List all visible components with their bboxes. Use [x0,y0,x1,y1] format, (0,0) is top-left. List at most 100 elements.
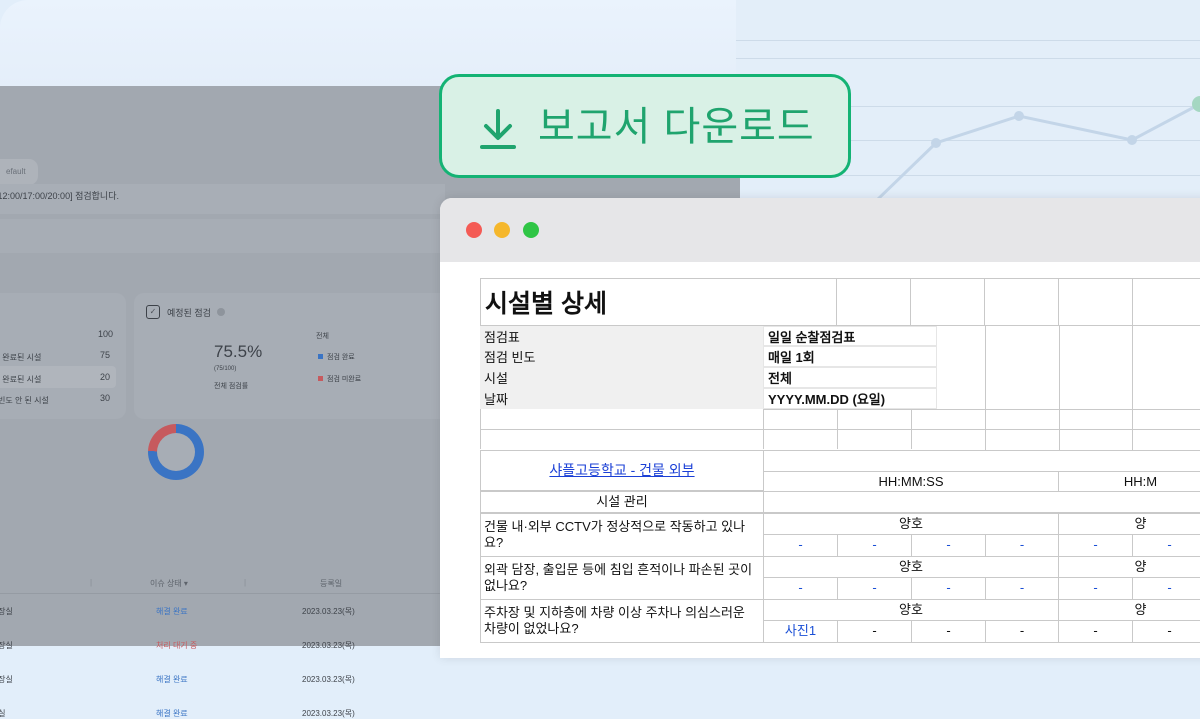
check-mark-cell: - [763,534,838,557]
grid-cell [984,278,1059,326]
question-text: 건물 내·외부 CCTV가 정상적으로 작동하고 있나요? [480,513,764,557]
check-mark-cell: - [1132,620,1200,643]
facility-link[interactable]: 샤플고등학교 - 건물 외부 [549,462,694,478]
close-window-button[interactable] [466,222,482,238]
column-divider: | [90,578,93,587]
issue-facility-name: |장실 [0,607,13,616]
question-result: 양호 [763,513,1059,535]
completion-percent: 75.5% [214,342,263,361]
legend-swatch-incomplete [318,376,323,381]
grid-line [480,429,1200,430]
check-mark-cell: - [1058,577,1133,600]
check-mark-cell: - [1058,534,1133,557]
meta-value: 일일 순찰점검표 [763,326,937,346]
issue-date: 2023.03.23(목) [302,675,355,684]
header-blank-cell [763,450,1200,472]
issue-table-header [0,573,440,594]
window-titlebar [440,198,1200,262]
grid-line [985,326,986,450]
time-cell: HH:MM:SS [763,471,1059,492]
grid-line [911,409,912,449]
date-column-header: 등록일 [320,579,343,588]
check-mark-cell: - [985,577,1059,600]
minimize-window-button[interactable] [494,222,510,238]
issue-status: 해결 완료 [156,675,188,684]
issue-status: 처리 대기 중 [156,641,198,650]
meta-value: YYYY.MM.DD (요일) [763,388,937,409]
grid-line [480,409,481,449]
filter-pill[interactable]: efault [0,159,38,185]
check-mark-cell: - [985,534,1059,557]
section-header: 시설 관리 [480,491,764,513]
photo-link[interactable]: 사진1 [763,620,838,643]
check-mark-cell: - [1058,620,1133,643]
report-spreadsheet: 시설별 상세 점검표 일일 순찰점검표 점검 빈도 매일 1회 시설 전체 날짜… [440,262,1200,658]
grid-line [763,409,764,449]
section-blank-cell [763,491,1200,513]
meta-label: 점검표 [480,326,764,346]
question-result: 양 [1058,513,1200,535]
summary-row-value: 30 [100,393,111,403]
total-count: 100 [98,329,114,339]
facility-header-cell: 샤플고등학교 - 건물 외부 [480,450,764,491]
completion-subtitle: 전체 점검률 [214,383,249,390]
issue-date: 2023.03.23(목) [302,709,355,718]
question-result: 양호 [763,556,1059,578]
legend-label: 점검 미완료 [327,376,362,383]
completion-ratio: (75/100) [214,366,237,372]
check-mark-cell: - [1132,534,1200,557]
maximize-window-button[interactable] [523,222,539,238]
grid-cell [1058,278,1133,326]
check-mark-cell: - [763,577,838,600]
grid-cell [1132,278,1200,326]
check-mark-cell: - [837,620,912,643]
download-report-label: 보고서 다운로드 [538,105,815,149]
issue-date: 2023.03.23(목) [302,607,355,616]
meta-label: 날짜 [480,388,764,409]
check-mark-cell: - [837,534,912,557]
issue-facility-name: |장실 [0,641,13,650]
time-cell: HH:M [1058,471,1200,492]
sheet-title-cell: 시설별 상세 [480,278,837,326]
summary-row-label: | 완료된 시설 [0,375,42,384]
check-mark-cell: - [911,620,986,643]
issue-facility-name: |실 [0,709,6,718]
summary-row-value: 20 [100,372,111,382]
card-title: 예정된 점검 [167,308,211,318]
meta-value: 전체 [763,367,937,388]
check-mark-cell: - [985,620,1059,643]
grid-cell [836,278,911,326]
check-mark-cell: - [911,534,986,557]
grid-line [1132,326,1133,450]
issue-status: 해결 완료 [156,709,188,718]
summary-row-label: 빈도 안 된 시설 [0,396,49,405]
download-report-button[interactable]: 보고서 다운로드 [439,74,851,178]
summary-row-label: | 완료된 시설 [0,353,42,362]
legend-swatch-complete [318,354,323,359]
check-mark-cell: - [1132,577,1200,600]
question-text: 외곽 담장, 출입문 등에 침입 흔적이나 파손된 곳이 없나요? [480,556,764,600]
question-text: 주차장 및 지하층에 차량 이상 주차나 의심스러운 차량이 없었나요? [480,599,764,643]
grid-cell [910,278,985,326]
grid-line [1059,326,1060,450]
status-column-header[interactable]: 이슈 상태 ▾ [150,578,188,589]
check-mark-cell: - [837,577,912,600]
info-icon[interactable] [217,308,225,316]
summary-row-value: 75 [100,350,111,360]
column-divider: | [244,578,247,587]
meta-label: 점검 빈도 [480,346,764,367]
issue-status: 해결 완료 [156,607,188,616]
question-result: 양 [1058,599,1200,621]
report-window: 시설별 상세 점검표 일일 순찰점검표 점검 빈도 매일 1회 시설 전체 날짜… [440,198,1200,658]
question-result: 양 [1058,556,1200,578]
check-mark-cell: - [911,577,986,600]
meta-value: 매일 1회 [763,346,937,367]
legend-label: 점검 완료 [327,354,355,361]
meta-label: 시설 [480,367,764,388]
schedule-text: 0/12:00/17:00/20:00] 점검합니다. [0,184,445,214]
dashboard-input-bar [0,219,445,253]
question-result: 양호 [763,599,1059,621]
legend-title: 전체 [316,333,329,340]
grid-line [763,409,1200,410]
download-icon [480,109,516,149]
